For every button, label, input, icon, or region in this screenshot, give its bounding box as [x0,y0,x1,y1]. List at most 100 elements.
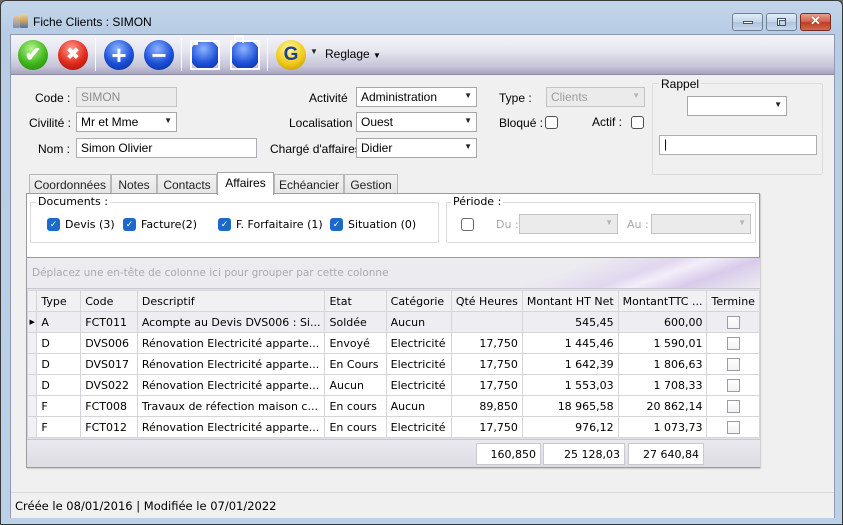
cell-montant-ht[interactable]: 976,12 [521,416,619,438]
cell-qte-heures[interactable]: 17,750 [450,353,523,375]
cell-montant-ht[interactable]: 545,45 [521,311,619,333]
cell-code[interactable]: DVS022 [80,374,138,396]
save-button[interactable] [190,40,220,70]
cell-montant-ttc[interactable]: 1 073,73 [617,416,708,438]
cell-type[interactable]: F [36,416,82,438]
cell-code[interactable]: DVS006 [80,332,138,354]
column-header-etat[interactable]: Etat [324,290,387,312]
cell-qte-heures[interactable] [450,311,523,333]
column-header-code[interactable]: Code [80,290,138,312]
table-row[interactable]: D DVS006 Rénovation Electricité apparte...… [26,332,760,354]
reglage-menu[interactable]: Reglage ▼ [325,47,381,61]
cell-etat[interactable]: En Cours [324,353,387,375]
tab-coordonnees[interactable]: Coordonnées [29,174,111,194]
cell-descriptif[interactable]: Travaux de réfection maison c... [136,395,326,417]
cell-descriptif[interactable]: Acompte au Devis DVS006 : Si... [136,311,326,333]
cell-categorie[interactable]: Electricité [385,416,452,438]
cell-montant-ht[interactable]: 1 553,03 [521,374,619,396]
cell-type[interactable]: A [36,311,82,333]
termine-checkbox[interactable] [726,399,740,413]
refresh-button[interactable]: G [276,40,306,70]
table-row[interactable]: F FCT012 Rénovation Electricité apparte...… [26,416,760,438]
termine-checkbox[interactable] [726,315,740,329]
termine-checkbox[interactable] [726,420,740,434]
column-header-termine[interactable]: Termine [706,290,760,312]
row-indicator[interactable] [26,374,38,396]
cell-code[interactable]: DVS017 [80,353,138,375]
type-select[interactable]: Clients ▼ [546,87,645,107]
cell-montant-ht[interactable]: 1 445,46 [521,332,619,354]
cell-etat[interactable]: Soldée [324,311,387,333]
cell-montant-ttc[interactable]: 20 862,14 [617,395,708,417]
row-indicator[interactable]: ▶ [26,311,38,333]
cell-montant-ttc[interactable]: 600,00 [617,311,708,333]
periode-checkbox[interactable] [461,218,474,231]
minimize-button[interactable] [732,13,763,31]
close-button[interactable]: ✕ [800,13,831,31]
cell-qte-heures[interactable]: 17,750 [450,416,523,438]
column-header-qte-heures[interactable]: Qté Heures [450,290,523,312]
cell-etat[interactable]: En cours [324,416,387,438]
title-bar[interactable]: Fiche Clients : SIMON ✕ [1,1,842,35]
row-indicator[interactable] [26,332,38,354]
au-date-picker[interactable]: ▼ [651,214,751,234]
column-header-montant-ht[interactable]: Montant HT Net [521,290,619,312]
cell-code[interactable]: FCT008 [80,395,138,417]
cell-etat[interactable]: Aucun [324,374,387,396]
table-row[interactable]: ▶ A FCT011 Acompte au Devis DVS006 : Si... S… [26,311,760,333]
tab-contacts[interactable]: Contacts [157,174,217,194]
facture-checkbox[interactable]: ✓ [123,218,136,231]
termine-checkbox[interactable] [726,378,740,392]
cell-montant-ht[interactable]: 1 642,39 [521,353,619,375]
civilite-select[interactable]: Mr et Mme ▼ [76,112,177,132]
code-field[interactable]: SIMON [76,87,177,107]
tab-affaires[interactable]: Affaires [217,172,274,195]
localisation-select[interactable]: Ouest ▼ [356,112,477,132]
column-header-categorie[interactable]: Catégorie [385,290,452,312]
table-row[interactable]: D DVS022 Rénovation Electricité apparte...… [26,374,760,396]
cell-qte-heures[interactable]: 17,750 [450,332,523,354]
cell-montant-ht[interactable]: 18 965,58 [521,395,619,417]
cell-categorie[interactable]: Electricité [385,332,452,354]
situation-checkbox[interactable]: ✓ [330,218,343,231]
cell-descriptif[interactable]: Rénovation Electricité apparte... [136,416,326,438]
add-button[interactable]: + [104,40,134,70]
cell-montant-ttc[interactable]: 1 806,63 [617,353,708,375]
cell-categorie[interactable]: Aucun [385,395,452,417]
cell-categorie[interactable]: Electricité [385,374,452,396]
tab-gestion[interactable]: Gestion [344,174,398,194]
cell-code[interactable]: FCT011 [80,311,138,333]
print-button[interactable] [230,35,260,70]
column-header-descriptif[interactable]: Descriptif [136,290,326,312]
cell-code[interactable]: FCT012 [80,416,138,438]
column-header-montant-ttc[interactable]: MontantTTC ... [617,290,708,312]
column-header-type[interactable]: Type [36,290,82,312]
table-row[interactable]: F FCT008 Travaux de réfection maison c... E… [26,395,760,417]
cell-qte-heures[interactable]: 17,750 [450,374,523,396]
refresh-dropdown-arrow[interactable]: ▼ [310,47,318,56]
cell-type[interactable]: D [36,332,82,354]
row-indicator[interactable] [26,416,38,438]
remove-button[interactable]: − [144,40,174,70]
row-indicator[interactable] [26,395,38,417]
cell-etat[interactable]: Envoyé [324,332,387,354]
maximize-button[interactable] [766,13,797,31]
cell-montant-ttc[interactable]: 1 590,01 [617,332,708,354]
cell-montant-ttc[interactable]: 1 708,33 [617,374,708,396]
termine-checkbox[interactable] [726,357,740,371]
tab-echeancier[interactable]: Echéancier [274,174,344,194]
cell-descriptif[interactable]: Rénovation Electricité apparte... [136,353,326,375]
table-row[interactable]: D DVS017 Rénovation Electricité apparte...… [26,353,760,375]
cell-type[interactable]: D [36,374,82,396]
rappel-select[interactable]: ▼ [687,96,787,116]
activite-select[interactable]: Administration ▼ [356,87,477,107]
forfaitaire-checkbox[interactable]: ✓ [218,218,231,231]
charge-affaires-select[interactable]: Didier ▼ [356,138,477,158]
bloque-checkbox[interactable] [545,116,558,129]
du-date-picker[interactable]: ▼ [519,214,618,234]
cell-type[interactable]: F [36,395,82,417]
tab-notes[interactable]: Notes [111,174,157,194]
validate-button[interactable]: ✔ [18,40,48,70]
termine-checkbox[interactable] [726,336,740,350]
cell-descriptif[interactable]: Rénovation Electricité apparte... [136,374,326,396]
